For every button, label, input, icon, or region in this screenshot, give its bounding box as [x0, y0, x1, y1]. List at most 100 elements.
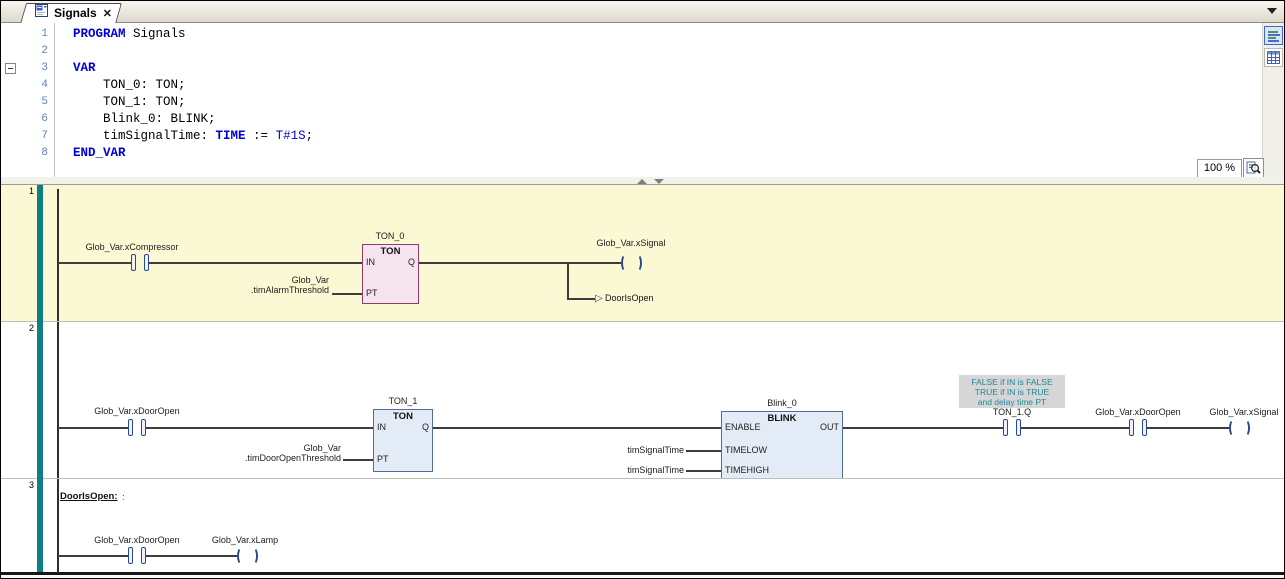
pin-q: Q: [422, 422, 429, 432]
coil-paren: [1229, 419, 1238, 437]
line-number: 7: [1, 128, 48, 145]
code-line[interactable]: timSignalTime: TIME := T#1S;: [73, 128, 313, 145]
wire: [567, 262, 569, 298]
pin-out: OUT: [820, 422, 839, 432]
wire: [343, 459, 373, 461]
coil-paren: [621, 254, 630, 272]
tab-list-dropdown-icon[interactable]: [1267, 8, 1277, 14]
wire: [146, 427, 373, 429]
wire: [58, 262, 131, 264]
block-instance-name[interactable]: TON_1: [353, 396, 453, 406]
pin-in: IN: [377, 422, 386, 432]
contact-operand[interactable]: Glob_Var.xDoorOpen: [77, 406, 197, 416]
wire: [686, 470, 721, 472]
code-line[interactable]: END_VAR: [73, 145, 313, 162]
coil-operand[interactable]: Glob_Var.xSignal: [571, 238, 691, 248]
ton-block[interactable]: TON IN Q PT: [362, 244, 419, 304]
code-line[interactable]: TON_0: TON;: [73, 77, 313, 94]
timelow-operand[interactable]: timSignalTime: [584, 445, 684, 455]
pt-operand[interactable]: Glob_Var .timDoorOpenThreshold: [191, 443, 341, 463]
wire: [1147, 427, 1229, 429]
coil-paren: [237, 547, 246, 565]
network-number[interactable]: 2: [1, 323, 34, 333]
coil[interactable]: [1229, 419, 1250, 437]
block-instance-name[interactable]: Blink_0: [732, 398, 832, 408]
contact-operand[interactable]: Glob_Var.xDoorOpen: [1078, 407, 1198, 417]
network-number[interactable]: 3: [1, 480, 34, 490]
wire: [58, 555, 128, 557]
code-line[interactable]: Blink_0: BLINK;: [73, 111, 313, 128]
declaration-editor[interactable]: 12345678 PROGRAM Signals VAR TON_0: TON; …: [1, 23, 1284, 177]
network-3[interactable]: 3 DoorIsOpen: : Glob_Var.xDoorOpen Glob_…: [1, 478, 1284, 572]
pane-splitter[interactable]: [1, 177, 1284, 185]
contact[interactable]: [128, 547, 146, 564]
coil-operand[interactable]: Glob_Var.xSignal: [1184, 407, 1285, 417]
power-rail: [57, 189, 59, 321]
view-switch-strip: [1262, 23, 1284, 177]
jump-arrow-icon[interactable]: ▷: [595, 294, 603, 304]
code-fold-toggle[interactable]: [5, 63, 16, 74]
blink-block[interactable]: BLINK ENABLE OUT TIMELOW TIMEHIGH: [721, 411, 843, 479]
wire: [433, 427, 721, 429]
wire: [419, 262, 621, 264]
line-number: 8: [1, 145, 48, 162]
bottom-strip: [1, 575, 1284, 578]
network-label[interactable]: DoorIsOpen:: [60, 491, 118, 502]
ladder-editor[interactable]: 1 Glob_Var.xCompressor TON_0 TON IN Q PT…: [1, 185, 1284, 572]
code-line[interactable]: VAR: [73, 60, 313, 77]
coil[interactable]: [621, 254, 642, 272]
pt-operand[interactable]: Glob_Var .timAlarmThreshold: [181, 275, 329, 295]
coil-paren: [633, 254, 642, 272]
contact-bar: [128, 419, 133, 436]
contact-operand[interactable]: TON_1.Q: [952, 407, 1072, 417]
tab-bar: Signals ✕: [1, 1, 1284, 23]
wire: [332, 293, 362, 295]
code-area[interactable]: PROGRAM Signals VAR TON_0: TON; TON_1: TO…: [73, 23, 313, 162]
code-line[interactable]: [73, 43, 313, 60]
contact-bar: [1003, 419, 1008, 436]
contact[interactable]: [1003, 419, 1021, 436]
gutter-separator: [54, 23, 55, 177]
line-number: 2: [1, 43, 48, 60]
line-number-gutter: 12345678: [1, 23, 51, 177]
contact[interactable]: [1129, 419, 1147, 436]
block-comment-tooltip: FALSE if IN is FALSE TRUE if IN is TRUE …: [959, 375, 1065, 408]
tab-close-icon[interactable]: ✕: [103, 7, 112, 20]
timehigh-operand[interactable]: timSignalTime: [584, 465, 684, 475]
coil-paren: [249, 547, 258, 565]
line-number: 5: [1, 94, 48, 111]
ton-block[interactable]: TON IN Q PT: [373, 409, 433, 472]
contact-operand[interactable]: Glob_Var.xDoorOpen: [77, 535, 197, 545]
power-rail: [57, 479, 59, 573]
tab-title: Signals: [54, 6, 97, 20]
tab-signals[interactable]: Signals ✕: [29, 3, 118, 23]
pin-pt: PT: [366, 288, 378, 298]
contact-operand[interactable]: Glob_Var.xCompressor: [72, 242, 192, 252]
textual-view-button[interactable]: [1264, 26, 1283, 45]
block-title: TON: [374, 411, 432, 422]
jump-target[interactable]: DoorIsOpen: [605, 293, 654, 303]
block-instance-name[interactable]: TON_0: [340, 231, 440, 241]
pin-pt: PT: [377, 454, 389, 464]
pin-in: IN: [366, 257, 375, 267]
contact[interactable]: [128, 419, 146, 436]
network-number[interactable]: 1: [1, 186, 34, 196]
wire: [567, 298, 595, 300]
contact-bar: [131, 254, 136, 271]
splitter-collapse-up-icon[interactable]: [637, 179, 647, 184]
tabular-view-button[interactable]: [1264, 48, 1283, 67]
code-line[interactable]: PROGRAM Signals: [73, 26, 313, 43]
splitter-collapse-down-icon[interactable]: [654, 179, 664, 184]
coil[interactable]: [237, 547, 258, 565]
zoom-menu-button[interactable]: [1243, 158, 1264, 177]
line-number: 4: [1, 77, 48, 94]
zoom-level-field[interactable]: 100 %: [1197, 159, 1242, 177]
network-2[interactable]: 2 Glob_Var.xDoorOpen TON_1 TON IN Q PT G…: [1, 321, 1284, 478]
contact-bar: [128, 547, 133, 564]
coil-operand[interactable]: Glob_Var.xLamp: [185, 535, 305, 545]
pin-timehigh: TIMEHIGH: [725, 465, 769, 475]
contact[interactable]: [131, 254, 149, 271]
network-1[interactable]: 1 Glob_Var.xCompressor TON_0 TON IN Q PT…: [1, 185, 1284, 321]
contact-bar: [1129, 419, 1134, 436]
code-line[interactable]: TON_1: TON;: [73, 94, 313, 111]
